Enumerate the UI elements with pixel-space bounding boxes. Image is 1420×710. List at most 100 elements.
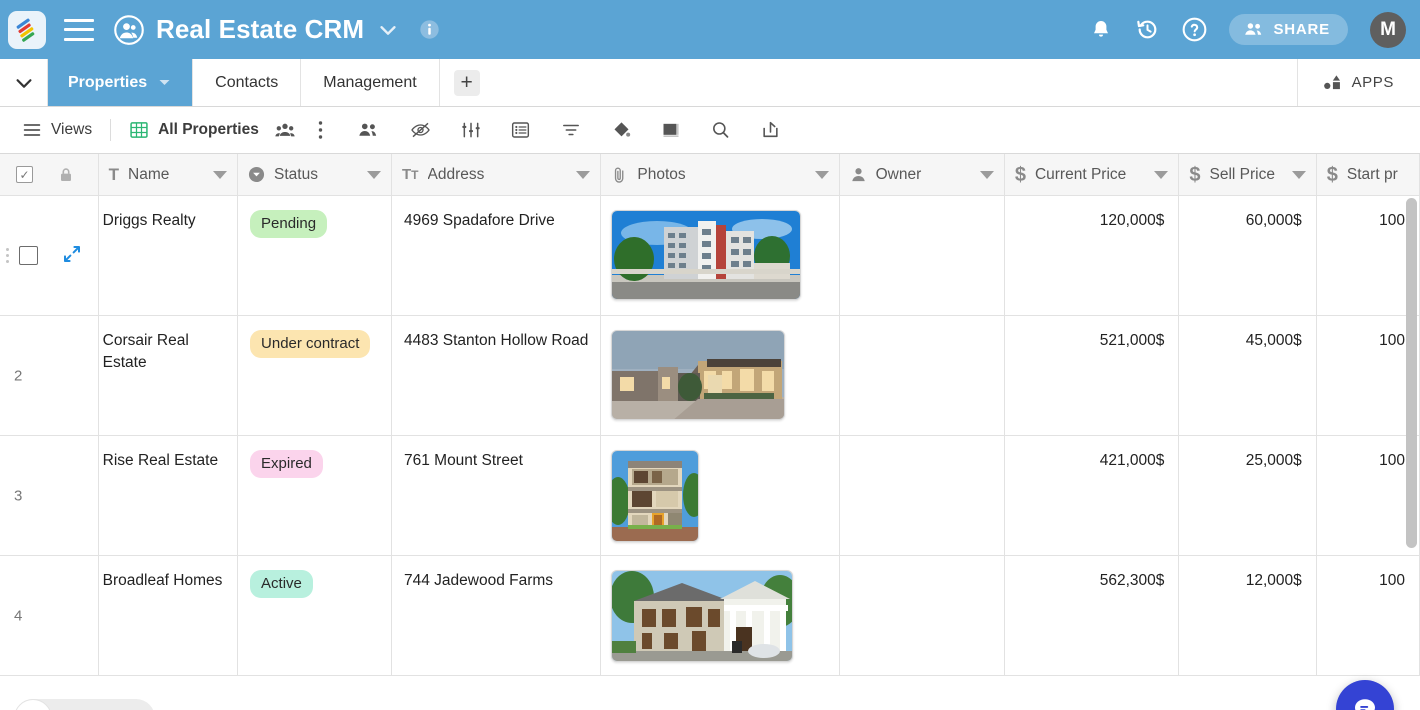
row-controls-cell[interactable] [0,195,99,316]
cell-name[interactable]: Driggs Realty [98,195,239,316]
row-controls-cell[interactable]: 3 [0,435,99,556]
cell-name[interactable]: Rise Real Estate [98,435,239,556]
column-header-sell-price[interactable]: $ Sell Price [1178,154,1317,196]
cell-current-price[interactable]: 120,000$ [1004,195,1180,316]
cell-sell-price[interactable]: 60,000$ [1178,195,1317,316]
cell-photos[interactable] [600,555,840,676]
cell-sell-price[interactable]: 12,000$ [1178,555,1317,676]
cell-status[interactable]: Active [237,555,392,676]
cell-photos[interactable] [600,435,840,556]
cell-owner[interactable] [839,195,1005,316]
table-row[interactable]: 2 Corsair Real Estate Under contract 448… [0,315,1420,436]
bell-icon[interactable] [1089,18,1113,42]
chevron-down-icon[interactable] [366,170,381,179]
column-header-owner[interactable]: Owner [839,154,1005,196]
row-height-sliders-icon[interactable] [453,115,489,145]
select-all-checkbox[interactable] [16,166,33,183]
cell-start-price[interactable]: 100 [1316,555,1420,676]
table-row[interactable]: 3 Rise Real Estate Expired 761 Mount Str… [0,435,1420,556]
cell-owner[interactable] [839,435,1005,556]
help-icon[interactable] [1182,17,1207,42]
fields-list-icon[interactable] [503,115,539,145]
add-record-button[interactable]: + Add... [14,699,155,710]
apps-button[interactable]: APPS [1296,59,1420,106]
hamburger-menu-icon[interactable] [64,18,94,41]
drag-handle-icon[interactable] [6,248,9,263]
vertical-scrollbar[interactable] [1406,198,1417,548]
tab-contacts[interactable]: Contacts [193,59,302,106]
photo-thumbnail[interactable] [611,450,700,542]
share-label: SHARE [1273,21,1330,38]
row-controls-cell[interactable]: 4 [0,555,99,676]
table-row[interactable]: 4 Broadleaf Homes Active 744 Jadewood Fa… [0,555,1420,676]
history-icon[interactable] [1135,17,1160,42]
row-controls-cell[interactable]: 2 [0,315,99,436]
table-row[interactable]: Driggs Realty Pending 4969 Spadafore Dri… [0,195,1420,316]
eye-slash-icon[interactable] [403,115,439,145]
app-logo[interactable] [8,10,46,49]
cell-name[interactable]: Corsair Real Estate [98,315,239,436]
cell-current-price[interactable]: 421,000$ [1004,435,1180,556]
cell-owner[interactable] [839,315,1005,436]
column-header-photos[interactable]: Photos [600,154,840,196]
chevron-down-icon[interactable] [1291,170,1306,179]
share-button[interactable]: SHARE [1229,14,1348,45]
column-header-current-price[interactable]: $ Current Price [1004,154,1180,196]
cell-text: 761 Mount Street [403,452,523,469]
cell-address[interactable]: 761 Mount Street [391,435,602,556]
tab-management[interactable]: Management [301,59,440,106]
chevron-down-icon[interactable] [979,170,994,179]
row-checkbox[interactable] [19,246,38,265]
column-header-address[interactable]: TT Address [391,154,602,196]
cell-status[interactable]: Under contract [237,315,392,436]
cell-owner[interactable] [839,555,1005,676]
chevron-down-icon[interactable] [157,75,172,90]
cell-address[interactable]: 4483 Stanton Hollow Road [391,315,602,436]
cell-address[interactable]: 4969 Spadafore Drive [391,195,602,316]
cell-start-price[interactable]: 100 [1316,315,1420,436]
cell-start-price[interactable]: 100 [1316,195,1420,316]
share-view-people-icon[interactable] [351,115,387,145]
chevron-down-icon[interactable] [0,59,48,106]
expand-record-icon[interactable] [62,244,82,268]
cell-current-price[interactable]: 521,000$ [1004,315,1180,436]
cell-status[interactable]: Pending [237,195,392,316]
column-label: Name [128,165,170,183]
cell-photos[interactable] [600,315,840,436]
chevron-down-icon[interactable] [1154,170,1169,179]
cell-name[interactable]: Broadleaf Homes [98,555,239,676]
add-tab-button[interactable]: + [440,59,494,106]
chevron-down-icon[interactable] [377,19,399,41]
chevron-down-icon[interactable] [814,170,829,179]
column-header-name[interactable]: T Name [98,154,239,196]
tab-properties[interactable]: Properties [48,59,194,106]
share-export-icon[interactable] [753,115,789,145]
cell-photos[interactable] [600,195,840,316]
search-icon[interactable] [703,115,739,145]
views-label: Views [51,121,93,138]
cell-start-price[interactable]: 100 [1316,435,1420,556]
photo-thumbnail[interactable] [611,210,802,300]
cell-sell-price[interactable]: 45,000$ [1178,315,1317,436]
collaborators-icon[interactable] [267,115,303,145]
cover-image-icon[interactable] [653,115,689,145]
info-icon[interactable] [419,19,440,40]
avatar[interactable]: M [1370,11,1406,48]
current-view-button[interactable]: All Properties [121,115,267,145]
views-button[interactable]: Views [14,115,100,145]
photo-thumbnail[interactable] [611,330,786,420]
cell-address[interactable]: 744 Jadewood Farms [391,555,602,676]
cell-status[interactable]: Expired [237,435,392,556]
column-header-start-price[interactable]: $ Start pr [1316,154,1420,196]
column-header-status[interactable]: Status [237,154,392,196]
chevron-down-icon[interactable] [576,170,591,179]
kebab-more-icon[interactable] [303,115,339,145]
photo-thumbnail[interactable] [611,570,794,662]
filter-icon[interactable] [553,115,589,145]
cell-sell-price[interactable]: 25,000$ [1178,435,1317,556]
row-hover-controls[interactable] [6,244,82,268]
view-name-label: All Properties [158,121,259,138]
cell-current-price[interactable]: 562,300$ [1004,555,1180,676]
paint-bucket-icon[interactable] [603,115,639,145]
chevron-down-icon[interactable] [213,170,228,179]
